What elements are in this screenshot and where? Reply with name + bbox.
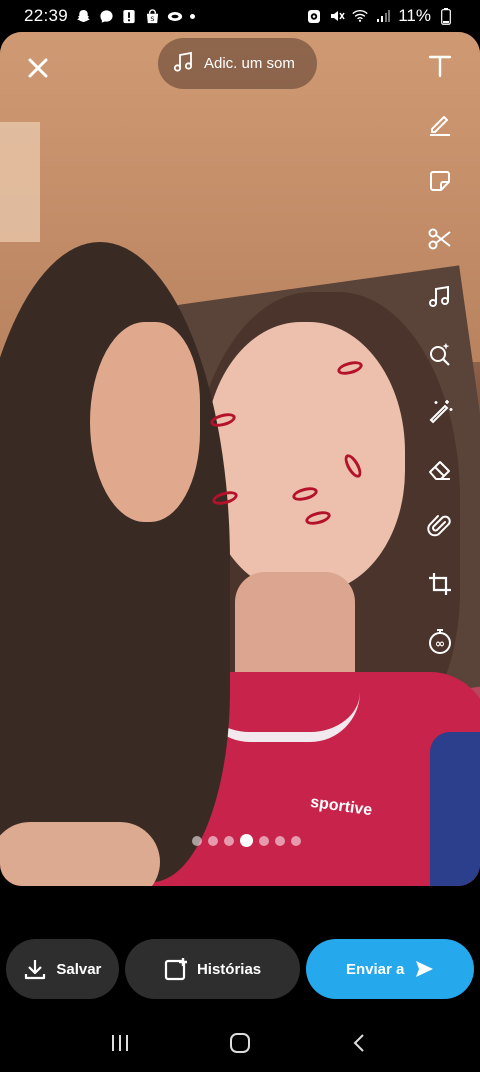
pagination-dot[interactable]: [192, 835, 202, 846]
shopping-icon: S: [144, 8, 160, 24]
timer-icon: ∞: [429, 629, 451, 654]
photo-sleeve: [430, 732, 480, 886]
timer-button[interactable]: ∞: [424, 625, 456, 657]
status-bar: 22:39 S 11%: [0, 0, 480, 32]
signal-icon: [375, 8, 391, 24]
close-icon: [28, 58, 48, 78]
lens-search-icon: [430, 342, 450, 366]
photo-window-light: [0, 122, 40, 242]
status-right: 11%: [306, 6, 454, 26]
stories-label: Histórias: [196, 960, 262, 978]
pen-tool-button[interactable]: [424, 108, 456, 140]
pagination-dot[interactable]: [291, 835, 301, 846]
wifi-icon: [352, 8, 368, 24]
add-story-icon: [164, 958, 187, 981]
sticker-tool-button[interactable]: [424, 165, 456, 197]
attachment-button[interactable]: [424, 510, 456, 542]
action-bar: Salvar Histórias Enviar a: [0, 928, 480, 1010]
lens-search-button[interactable]: [424, 338, 456, 370]
crop-button[interactable]: [424, 568, 456, 600]
status-left: 22:39 S: [24, 6, 196, 26]
battery-icon: [438, 7, 454, 25]
text-tool-button[interactable]: [424, 50, 456, 82]
photo-arm: [0, 822, 160, 886]
eraser-button[interactable]: [424, 453, 456, 485]
music-tool-button[interactable]: [424, 280, 456, 312]
alert-icon: [121, 8, 137, 24]
stories-button[interactable]: Histórias: [124, 939, 301, 999]
pagination-dot[interactable]: [208, 835, 218, 846]
save-button[interactable]: Salvar: [6, 939, 119, 999]
messenger-icon: [98, 8, 114, 24]
home-icon: [230, 1033, 250, 1053]
music-tool-icon: [429, 285, 449, 307]
pagination-dot[interactable]: [259, 835, 269, 846]
crop-icon: [429, 572, 451, 595]
snap-photo[interactable]: sportive: [0, 32, 480, 886]
magic-wand-button[interactable]: [424, 395, 456, 427]
back-icon: [353, 1034, 364, 1052]
svg-text:S: S: [150, 15, 154, 23]
mute-icon: [329, 8, 345, 24]
pen-tool-icon: [430, 115, 450, 136]
alarm-icon: [306, 8, 322, 24]
pagination-dot[interactable]: [224, 835, 234, 846]
photo-face-left: [90, 322, 200, 522]
magic-wand-icon: [429, 400, 453, 424]
save-label: Salvar: [56, 960, 102, 978]
snapchat-icon: [75, 8, 91, 24]
add-sound-label: Adic. um som: [204, 55, 295, 72]
system-nav-bar: [0, 1014, 480, 1072]
download-icon: [25, 960, 46, 980]
scissors-tool-icon: [428, 228, 451, 249]
scissors-tool-button[interactable]: [424, 223, 456, 255]
back-button[interactable]: [340, 1023, 380, 1063]
edit-toolbar: ∞: [424, 50, 456, 683]
pagination-dot[interactable]: [275, 835, 285, 846]
photo-face-right: [205, 322, 405, 592]
add-sound-button[interactable]: Adic. um som: [158, 38, 317, 89]
eraser-icon: [429, 460, 450, 480]
notification-dot: [190, 13, 196, 19]
send-arrow-icon: [416, 961, 434, 977]
close-button[interactable]: [22, 52, 54, 84]
pagination-dot-active[interactable]: [240, 834, 253, 847]
send-to-button[interactable]: Enviar a: [306, 939, 474, 999]
battery-percent: 11%: [398, 6, 431, 25]
text-tool-icon: [428, 55, 452, 78]
cloud-icon: [167, 8, 183, 24]
pagination-dots: [192, 834, 301, 847]
svg-text:∞: ∞: [435, 637, 445, 651]
send-label: Enviar a: [345, 960, 405, 978]
music-note-icon: [172, 51, 194, 77]
paperclip-icon: [427, 515, 451, 537]
recent-apps-button[interactable]: [100, 1023, 140, 1063]
recent-apps-icon: [112, 1035, 128, 1051]
home-button[interactable]: [220, 1023, 260, 1063]
status-time: 22:39: [24, 6, 69, 25]
sticker-tool-icon: [430, 171, 450, 191]
